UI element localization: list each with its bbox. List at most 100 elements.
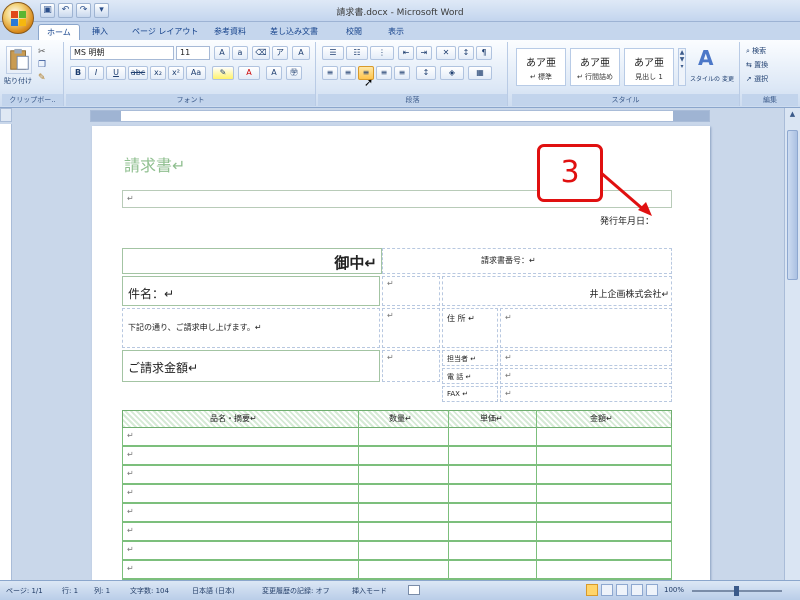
tab-mailings[interactable]: 差し込み文書 — [262, 24, 326, 40]
blank-cell-3[interactable]: ↵ — [382, 350, 440, 382]
asian-layout-icon[interactable]: ✕ — [436, 46, 456, 60]
print-layout-icon[interactable] — [586, 584, 598, 596]
table-row[interactable]: ↵ — [122, 447, 672, 466]
decrease-indent-icon[interactable]: ⇤ — [398, 46, 414, 60]
invoice-no-cell[interactable]: 請求書番号：↵ — [382, 248, 672, 274]
highlight-icon[interactable]: ✎ — [212, 66, 234, 80]
subject-cell[interactable]: 件名：↵ — [122, 276, 380, 306]
horizontal-ruler[interactable] — [90, 110, 710, 122]
grow-font-icon[interactable]: A — [214, 46, 230, 60]
justify-icon[interactable]: ≡ — [376, 66, 392, 80]
address-label-cell[interactable]: 住 所 ↵ — [442, 308, 498, 348]
tab-page-layout[interactable]: ページ レイアウト — [124, 24, 206, 40]
scroll-thumb[interactable] — [787, 130, 798, 280]
to-cell[interactable]: 御中↵ — [122, 248, 382, 274]
format-painter-icon[interactable]: ✎ — [38, 73, 50, 83]
status-zoom[interactable]: 100% — [664, 586, 684, 594]
italic-icon[interactable]: I — [88, 66, 104, 80]
paste-icon[interactable] — [6, 46, 32, 74]
show-marks-icon[interactable]: ¶ — [476, 46, 492, 60]
office-button[interactable] — [2, 2, 34, 34]
select-button[interactable]: ➚ 選択 — [746, 74, 768, 84]
macro-record-icon[interactable] — [408, 585, 420, 595]
tab-review[interactable]: 校閲 — [338, 24, 370, 40]
subscript-icon[interactable]: x₂ — [150, 66, 166, 80]
font-size-select[interactable]: 11 — [176, 46, 210, 60]
col-header-item[interactable]: 品名・摘要↵ — [210, 413, 257, 424]
col-header-qty[interactable]: 数量↵ — [389, 413, 412, 424]
zoom-slider[interactable] — [692, 586, 782, 596]
scroll-up-icon[interactable]: ▲ — [787, 110, 798, 122]
strikethrough-icon[interactable]: abc — [128, 66, 148, 80]
tab-references[interactable]: 参考資料 — [206, 24, 254, 40]
note-cell[interactable]: 下記の通り、ご請求申し上げます。↵ — [122, 308, 380, 348]
table-row[interactable]: ↵ — [122, 466, 672, 485]
replace-button[interactable]: ⇆ 置換 — [746, 60, 768, 70]
table-row[interactable]: ↵ — [122, 523, 672, 542]
styles-scroll-icon[interactable]: ▲ ▼ ▾ — [678, 48, 686, 86]
align-center-icon[interactable]: ≡ — [340, 66, 356, 80]
table-row[interactable]: ↵ — [122, 504, 672, 523]
font-name-select[interactable]: MS 明朝 — [70, 46, 174, 60]
style-no-spacing[interactable]: あア亜 ↵ 行間詰め — [570, 48, 620, 86]
person-label-cell[interactable]: 担当者 ↵ — [442, 350, 498, 366]
increase-indent-icon[interactable]: ⇥ — [416, 46, 432, 60]
font-color-icon[interactable]: A — [238, 66, 260, 80]
change-styles-label[interactable]: スタイルの 変更 — [690, 74, 734, 83]
web-layout-icon[interactable] — [616, 584, 628, 596]
distributed-icon[interactable]: ≡ — [394, 66, 410, 80]
table-row[interactable]: ↵ — [122, 428, 672, 447]
address-value-cell[interactable]: ↵ — [500, 308, 672, 348]
tel-value-cell[interactable]: ↵ — [500, 368, 672, 384]
amount-cell[interactable]: ご請求金額↵ — [122, 350, 380, 382]
superscript-icon[interactable]: x² — [168, 66, 184, 80]
status-track-changes[interactable]: 変更履歴の記録: オフ — [262, 586, 330, 596]
vertical-ruler[interactable] — [0, 124, 12, 580]
align-left-icon[interactable]: ≡ — [322, 66, 338, 80]
underline-icon[interactable]: U — [106, 66, 126, 80]
bold-icon[interactable]: B — [70, 66, 86, 80]
col-header-amount[interactable]: 金額↵ — [590, 413, 613, 424]
char-border-icon[interactable]: A — [292, 46, 310, 60]
col-header-price[interactable]: 単価↵ — [480, 413, 503, 424]
char-shading-icon[interactable]: A — [266, 66, 282, 80]
status-mode[interactable]: 挿入モード — [352, 586, 387, 596]
numbering-icon[interactable]: ☷ — [346, 46, 368, 60]
enclosed-char-icon[interactable]: ㊫ — [286, 66, 302, 80]
doc-title[interactable]: 請求書↵ — [124, 152, 185, 176]
sort-icon[interactable]: ↕ — [458, 46, 474, 60]
tab-home[interactable]: ホーム — [38, 24, 80, 40]
tab-insert[interactable]: 挿入 — [84, 24, 116, 40]
style-heading-1[interactable]: あア亜 見出し 1 — [624, 48, 674, 86]
line-spacing-icon[interactable]: ↕ — [416, 66, 436, 80]
full-screen-icon[interactable] — [601, 584, 613, 596]
company-cell[interactable]: 井上企画株式会社↵ — [442, 276, 672, 306]
blank-cell-1[interactable]: ↵ — [382, 276, 440, 306]
multilevel-list-icon[interactable]: ⋮ — [370, 46, 394, 60]
draft-icon[interactable] — [646, 584, 658, 596]
blank-cell-2[interactable]: ↵ — [382, 308, 440, 348]
tel-label-cell[interactable]: 電 話 ↵ — [442, 368, 498, 384]
table-row[interactable]: ↵ — [122, 485, 672, 504]
copy-icon[interactable]: ❐ — [38, 60, 50, 70]
cut-icon[interactable]: ✂ — [38, 47, 50, 57]
tab-selector[interactable] — [0, 108, 12, 122]
status-chars[interactable]: 文字数: 104 — [130, 586, 169, 596]
vertical-scrollbar[interactable]: ▲ — [784, 108, 800, 580]
status-language[interactable]: 日本語 (日本) — [192, 586, 235, 596]
outline-icon[interactable] — [631, 584, 643, 596]
shading-icon[interactable]: ◈ — [440, 66, 464, 80]
status-line[interactable]: 行: 1 — [62, 586, 78, 596]
person-value-cell[interactable]: ↵ — [500, 350, 672, 366]
bullets-icon[interactable]: ☰ — [322, 46, 344, 60]
table-row[interactable]: ↵ — [122, 542, 672, 561]
table-row[interactable]: ↵ — [122, 561, 672, 580]
change-styles-icon[interactable]: A — [698, 46, 722, 70]
phonetic-guide-icon[interactable]: ア — [272, 46, 288, 60]
paste-label[interactable]: 貼り付け — [4, 76, 32, 86]
clear-format-icon[interactable]: ⌫ — [252, 46, 270, 60]
fax-value-cell[interactable]: ↵ — [500, 386, 672, 402]
shrink-font-icon[interactable]: a — [232, 46, 248, 60]
borders-icon[interactable]: ▦ — [468, 66, 492, 80]
zoom-slider-thumb[interactable] — [734, 586, 739, 596]
